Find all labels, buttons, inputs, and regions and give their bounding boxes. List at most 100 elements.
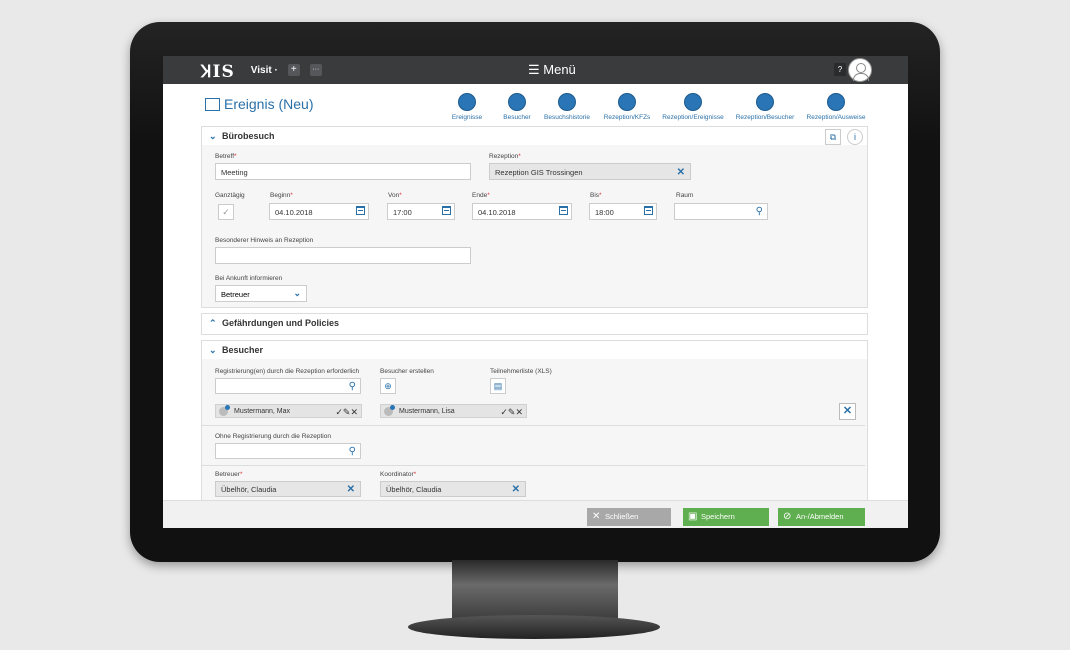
von-label: Von* — [388, 192, 402, 199]
help-button[interactable]: ? — [834, 63, 846, 76]
clear-icon[interactable]: ✕ — [677, 164, 685, 181]
main-content: Ereignis (Neu) Ereignisse Besucher Besuc… — [199, 84, 871, 507]
more-button[interactable]: ··· — [309, 64, 322, 76]
registrierung-search-input[interactable]: ⚲ — [215, 378, 361, 394]
beginn-label: Beginn* — [270, 192, 293, 199]
visitor-chip[interactable]: Mustermann, Lisa ✓✎✕ — [380, 404, 527, 418]
main-menu-button[interactable]: ☰ Menü — [528, 62, 576, 78]
raum-input[interactable]: ⚲ — [674, 203, 768, 220]
besucher-header[interactable]: ⌄ Besucher — [202, 341, 867, 359]
ende-label-text: Ende — [472, 192, 488, 199]
divider — [202, 465, 865, 466]
nav-label: Besucher — [503, 114, 531, 121]
close-label: Schließen — [605, 512, 639, 521]
ohne-registrierung-input[interactable]: ⚲ — [215, 443, 361, 459]
registrierung-label: Registrierung(en) durch die Rezeption er… — [215, 368, 360, 375]
buerobesuch-header[interactable]: ⌄ Bürobesuch — [202, 127, 867, 145]
beginn-date-input[interactable]: 04.10.2018 — [269, 203, 369, 220]
panel-title: Bürobesuch — [222, 131, 275, 141]
betreuer-label-text: Betreuer — [215, 471, 240, 478]
nav-rezeption-ausweise[interactable]: Rezeption/Ausweise — [801, 93, 871, 121]
ankunft-select[interactable]: Betreuer ⌄ — [215, 285, 307, 302]
chip-actions-icon[interactable]: ✓✎✕ — [500, 405, 523, 419]
chip-label: Mustermann, Lisa — [399, 408, 455, 415]
von-time-input[interactable]: 17:00 — [387, 203, 455, 220]
clear-icon[interactable]: ✕ — [347, 482, 355, 498]
rezeption-field[interactable]: Rezeption GIS Trossingen ✕ — [489, 163, 691, 180]
betreuer-field[interactable]: Übelhör, Claudia ✕ — [215, 481, 361, 497]
visitor-icon — [508, 93, 526, 111]
history-icon — [558, 93, 576, 111]
chip-actions-icon[interactable]: ✓✎✕ — [335, 405, 358, 419]
teilnehmerliste-label: Teilnehmerliste (XLS) — [490, 368, 552, 375]
save-button[interactable]: ▣ Speichern — [683, 508, 769, 526]
gis-logo: ꞰIS — [201, 61, 235, 82]
close-icon: ✕ — [592, 511, 601, 522]
ganztaegig-checkbox[interactable]: ✓ — [218, 204, 234, 220]
gefaehrdungen-header[interactable]: ⌃ Gefährdungen und Policies — [202, 314, 867, 332]
calendar-icon[interactable] — [356, 206, 365, 215]
ende-date-input[interactable]: 04.10.2018 — [472, 203, 572, 220]
search-icon[interactable]: ⚲ — [349, 445, 356, 459]
nav-ereignisse[interactable]: Ereignisse — [437, 93, 497, 121]
chip-label: Mustermann, Max — [234, 408, 291, 415]
beginn-value: 04.10.2018 — [275, 208, 313, 217]
tag-icon: ⊘ — [783, 511, 792, 522]
von-label-text: Von — [388, 192, 400, 199]
calendar-icon[interactable] — [442, 206, 451, 215]
info-icon[interactable]: i — [847, 129, 863, 145]
required-marker: * — [239, 471, 243, 478]
register-button[interactable]: ⊘ An-/Abmelden — [778, 508, 865, 526]
panel-title: Gefährdungen und Policies — [222, 318, 340, 328]
save-icon: ▣ — [688, 511, 698, 522]
betreuer-value: Übelhör, Claudia — [221, 485, 277, 494]
monitor-base — [408, 615, 660, 639]
beginn-label-text: Beginn — [270, 192, 291, 199]
bis-time-input[interactable]: 18:00 — [589, 203, 657, 220]
chevron-up-icon: ⌃ — [209, 318, 217, 328]
clear-icon[interactable]: ✕ — [512, 482, 520, 498]
visitor-avatar-icon — [384, 405, 395, 416]
hinweis-input[interactable] — [215, 247, 471, 264]
add-button[interactable]: + — [287, 64, 300, 76]
besucher-erstellen-label: Besucher erstellen — [380, 368, 434, 375]
ganztaegig-label: Ganztägig — [215, 192, 245, 199]
nav-rezeption-kfzs[interactable]: Rezeption/KFZs — [597, 93, 657, 121]
add-visitor-icon[interactable]: ⊕ — [380, 378, 396, 394]
file-icon[interactable]: ▤ — [490, 378, 506, 394]
nav-besucher[interactable]: Besucher — [497, 93, 537, 121]
register-label: An-/Abmelden — [796, 512, 844, 521]
betreff-label-text: Betreff — [215, 153, 235, 160]
close-button[interactable]: ✕ Schließen — [587, 508, 671, 526]
events-icon — [458, 93, 476, 111]
nav-rezeption-ereignisse[interactable]: Rezeption/Ereignisse — [657, 93, 729, 121]
calendar-icon[interactable] — [559, 206, 568, 215]
nav-icons: Ereignisse Besucher Besuchshistorie Reze… — [437, 93, 871, 121]
search-icon[interactable]: ⚲ — [756, 205, 763, 219]
search-icon[interactable]: ⚲ — [349, 380, 356, 394]
calendar-icon[interactable] — [644, 206, 653, 215]
chevron-down-icon: ⌄ — [209, 345, 217, 355]
visit-dropdown[interactable]: Visit · — [251, 65, 278, 76]
koordinator-field[interactable]: Übelhör, Claudia ✕ — [380, 481, 526, 497]
ende-value: 04.10.2018 — [478, 208, 516, 217]
car-icon — [618, 93, 636, 111]
bis-label-text: Bis — [590, 192, 600, 199]
gefaehrdungen-panel[interactable]: ⌃ Gefährdungen und Policies — [201, 313, 868, 335]
nav-label: Rezeption/Besucher — [735, 114, 795, 121]
betreff-input[interactable]: Meeting — [215, 163, 471, 180]
footer-bar: ✕ Schließen ▣ Speichern ⊘ An-/Abmelden — [163, 500, 908, 528]
hinweis-label: Besonderer Hinweis an Rezeption — [215, 237, 314, 244]
remove-all-button[interactable]: ✕ — [839, 403, 856, 420]
rezeption-value: Rezeption GIS Trossingen — [495, 168, 583, 177]
nav-label: Rezeption/Ausweise — [806, 114, 866, 121]
nav-besuchshistorie[interactable]: Besuchshistorie — [537, 93, 597, 121]
nav-rezeption-besucher[interactable]: Rezeption/Besucher — [729, 93, 801, 121]
von-value: 17:00 — [393, 208, 412, 217]
user-avatar[interactable] — [848, 58, 872, 82]
bis-value: 18:00 — [595, 208, 614, 217]
visitor-chip[interactable]: Mustermann, Max ✓✎✕ — [215, 404, 362, 418]
copy-icon[interactable]: ⧉ — [825, 129, 841, 145]
bis-label: Bis* — [590, 192, 602, 199]
rezeption-label-text: Rezeption — [489, 153, 519, 160]
